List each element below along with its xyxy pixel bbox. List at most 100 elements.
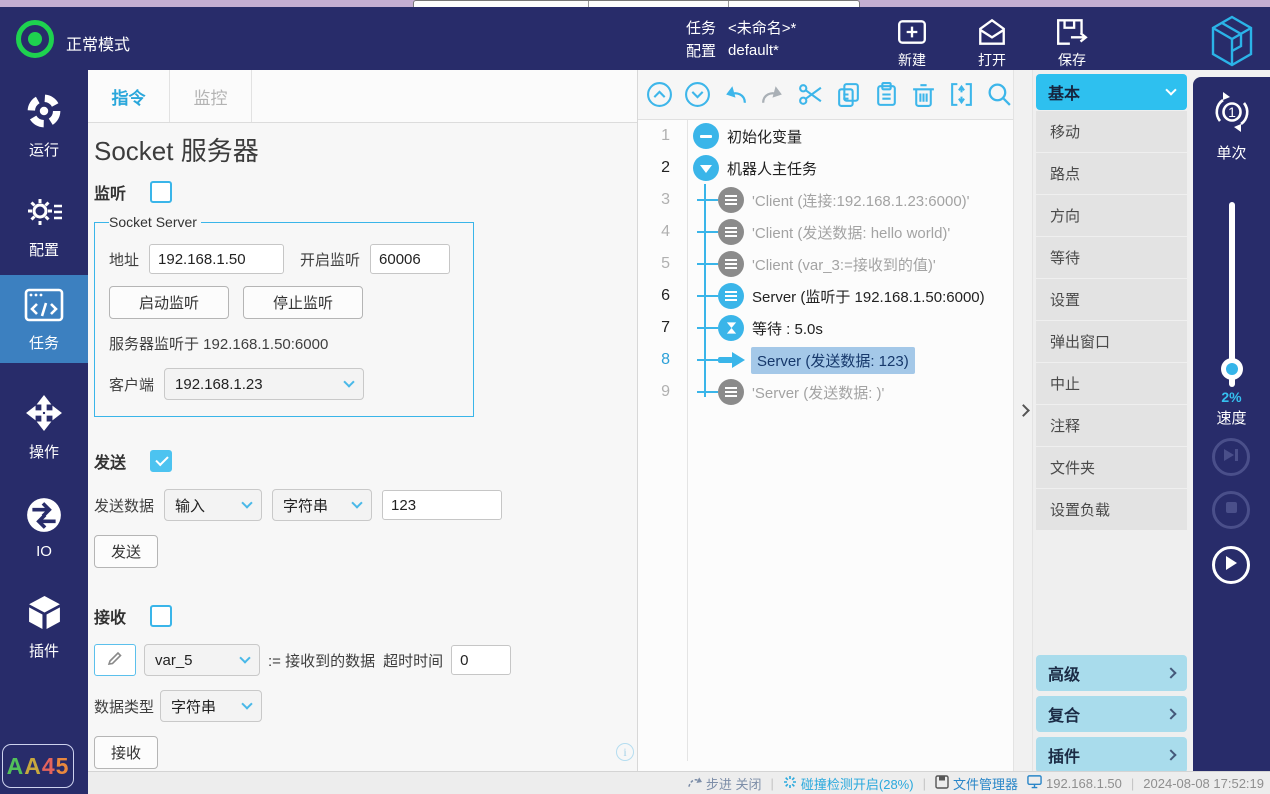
category-plugin[interactable]: 插件 [1036,737,1187,773]
line-number: 3 [638,191,680,209]
tree-row-8-selected[interactable]: 8 Server (发送数据: 123) [638,344,1013,376]
sidebar-item-operate[interactable]: 操作 [0,388,88,462]
delete-icon[interactable] [910,81,938,109]
background-window-sliver [413,0,860,7]
receive-button[interactable]: 接收 [94,736,158,769]
chevron-down-icon [343,376,354,387]
separator: | [1131,776,1134,791]
collapse-node-icon[interactable] [693,123,719,149]
datatype-select[interactable]: 字符串 [160,690,262,722]
tree-row-9[interactable]: 9 'Server (发送数据: )' [638,376,1013,408]
cmd-item-comment[interactable]: 注释 [1036,405,1187,446]
category-advanced[interactable]: 高级 [1036,655,1187,691]
single-run-button[interactable]: 1 单次 [1193,89,1270,163]
tree-row-1[interactable]: 1 初始化变量 [638,120,1013,152]
open-button[interactable]: 打开 [960,16,1024,70]
info-icon[interactable]: i [616,743,634,761]
send-button[interactable]: 发送 [94,535,158,568]
tree-row-2[interactable]: 2 机器人主任务 [638,152,1013,184]
cmd-item-move[interactable]: 移动 [1036,111,1187,152]
cube-icon [26,618,63,635]
cmd-item-folder[interactable]: 文件夹 [1036,447,1187,488]
cmd-item-direction[interactable]: 方向 [1036,195,1187,236]
send-checkbox[interactable] [150,450,172,472]
run-icon [25,117,63,134]
brand-logo-icon [1206,13,1258,74]
receive-checkbox[interactable] [150,605,172,627]
stop-button[interactable] [1212,491,1250,529]
tree-row-6[interactable]: 6 Server (监听于 192.168.1.50:6000) [638,280,1013,312]
sidebar-item-run[interactable]: 运行 [0,86,88,160]
robot-id-badge[interactable]: AA45 [2,744,74,788]
category-basic-header[interactable]: 基本 [1036,74,1187,110]
address-input[interactable] [149,244,284,274]
save-button[interactable]: 保存 [1040,16,1104,70]
start-listen-button[interactable]: 启动监听 [109,286,229,319]
client-label: 客户端 [109,374,154,395]
undo-icon[interactable] [721,81,749,109]
sidebar-item-config[interactable]: 配置 [0,186,88,260]
stop-listen-button[interactable]: 停止监听 [243,286,363,319]
step-mode-status[interactable]: 步进 关闭 [687,774,762,793]
line-number: 1 [638,127,680,145]
tab-command[interactable]: 指令 [88,70,170,122]
node-label: 'Client (发送数据: hello world)' [752,222,950,243]
instruction-panel: 指令 监控 Socket 服务器 监听 Socket Server 地址 开启监… [88,70,638,771]
play-button[interactable] [1212,546,1250,584]
send-type-select[interactable]: 字符串 [272,489,372,521]
io-icon [25,521,63,538]
client-select[interactable]: 192.168.1.23 [164,368,364,400]
tree-row-7[interactable]: 7 等待 : 5.0s [638,312,1013,344]
copy-icon[interactable] [835,81,863,109]
line-number: 6 [638,287,680,305]
port-input[interactable] [370,244,450,274]
controller-ip: 192.168.1.50 [1027,774,1122,792]
mode-label: 正常模式 [66,31,130,55]
sidebar-item-task[interactable]: 任务 [0,275,88,363]
open-button-label: 打开 [960,50,1024,70]
pencil-icon [107,650,123,670]
cmd-item-abort[interactable]: 中止 [1036,363,1187,404]
cut-icon[interactable] [797,81,825,109]
node-label: 'Client (连接:192.168.1.23:6000)' [752,190,970,211]
panel-expand-handle[interactable] [1013,70,1033,771]
expand-all-icon[interactable] [684,81,712,109]
speed-slider-thumb[interactable] [1221,358,1243,380]
send-label: 发送 [94,449,126,473]
sidebar-item-label: 操作 [0,441,88,462]
cmd-item-wait[interactable]: 等待 [1036,237,1187,278]
step-next-button[interactable] [1212,438,1250,476]
single-count: 1 [1228,104,1236,120]
edit-variable-button[interactable] [94,644,136,676]
sidebar-item-label: 任务 [0,332,88,353]
send-value-input[interactable] [382,490,502,520]
cmd-item-payload[interactable]: 设置负载 [1036,489,1187,530]
timeout-input[interactable] [451,645,511,675]
redo-icon[interactable] [759,81,787,109]
cmd-item-set[interactable]: 设置 [1036,279,1187,320]
file-manager-link[interactable]: 文件管理器 [935,774,1018,793]
expand-node-icon[interactable] [693,155,719,181]
listen-checkbox[interactable] [150,181,172,203]
cmd-item-waypoint[interactable]: 路点 [1036,153,1187,194]
fold-node-icon[interactable] [948,81,976,109]
sidebar-item-io[interactable]: IO [0,490,88,560]
collision-status[interactable]: 碰撞检测开启(28%) [783,774,914,793]
collapse-all-icon[interactable] [646,81,674,109]
page-title: Socket 服务器 [94,131,637,168]
tree-row-4[interactable]: 4 'Client (发送数据: hello world)' [638,216,1013,248]
category-composite[interactable]: 复合 [1036,696,1187,732]
tree-row-5[interactable]: 5 'Client (var_3:=接收到的值)' [638,248,1013,280]
sidebar-item-plugin[interactable]: 插件 [0,588,88,661]
play-icon [1224,555,1238,576]
search-icon[interactable] [985,81,1013,109]
tree-row-3[interactable]: 3 'Client (连接:192.168.1.23:6000)' [638,184,1013,216]
receive-var-select[interactable]: var_5 [144,644,260,676]
line-number: 2 [638,159,680,177]
send-source-select[interactable]: 输入 [164,489,262,521]
paste-icon[interactable] [872,81,900,109]
cmd-item-popup[interactable]: 弹出窗口 [1036,321,1187,362]
new-button[interactable]: 新建 [880,16,944,70]
save-button-label: 保存 [1040,50,1104,70]
tab-monitor[interactable]: 监控 [170,70,252,122]
